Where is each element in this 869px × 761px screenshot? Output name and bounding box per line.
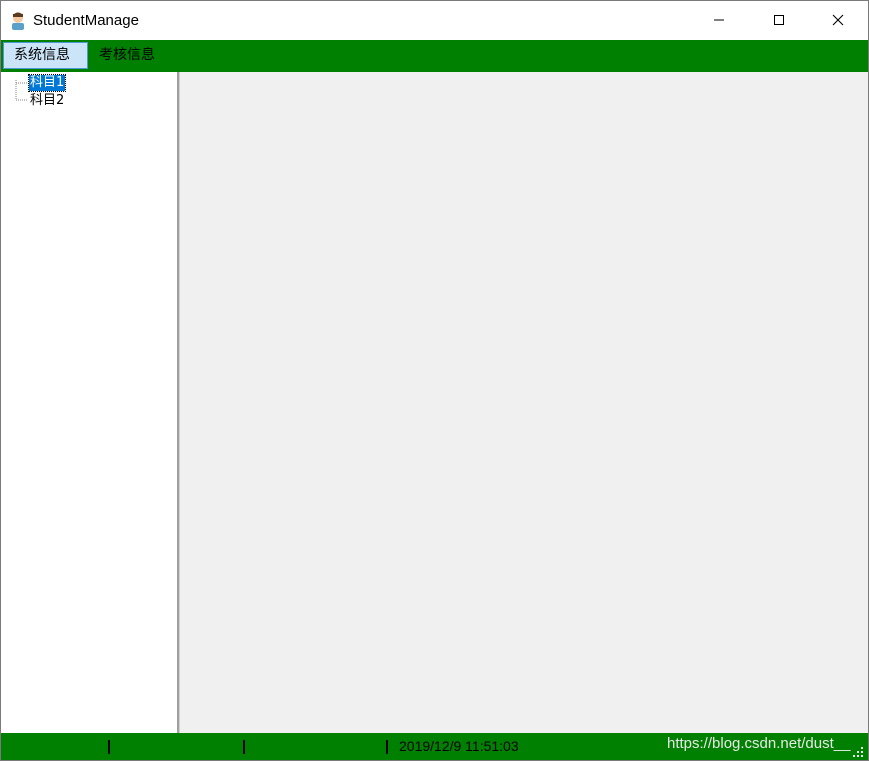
close-icon: [832, 11, 844, 30]
status-bar: 2019/12/9 11:51:03 https://blog.csdn.net…: [1, 733, 868, 760]
menu-item-system-info[interactable]: 系统信息: [3, 42, 88, 69]
main-window: StudentManage 系统信息 考核信息 科目1 科目2 2019/12/…: [0, 0, 869, 761]
status-separator: [243, 740, 245, 754]
resize-grip-icon[interactable]: [851, 744, 865, 758]
status-separator: [386, 740, 388, 754]
close-button[interactable]: [815, 1, 861, 40]
student-avatar-icon: [9, 11, 27, 30]
menu-bar: 系统信息 考核信息: [1, 40, 868, 72]
status-datetime: 2019/12/9 11:51:03: [399, 738, 519, 754]
minimize-icon: [713, 11, 725, 30]
menu-item-assessment-info[interactable]: 考核信息: [89, 42, 171, 69]
status-separator: [108, 740, 110, 754]
tree-node-subject-1[interactable]: 科目1: [27, 74, 67, 92]
tree-connector-lines: [15, 80, 28, 101]
title-bar[interactable]: StudentManage: [1, 1, 868, 40]
tree-node-subject-2[interactable]: 科目2: [29, 93, 65, 109]
maximize-icon: [773, 11, 785, 30]
maximize-button[interactable]: [756, 1, 802, 40]
minimize-button[interactable]: [696, 1, 742, 40]
subject-tree[interactable]: 科目1 科目2: [1, 72, 179, 733]
content-area: [179, 72, 868, 733]
window-title: StudentManage: [33, 12, 139, 29]
watermark-text: https://blog.csdn.net/dust__: [667, 735, 851, 752]
